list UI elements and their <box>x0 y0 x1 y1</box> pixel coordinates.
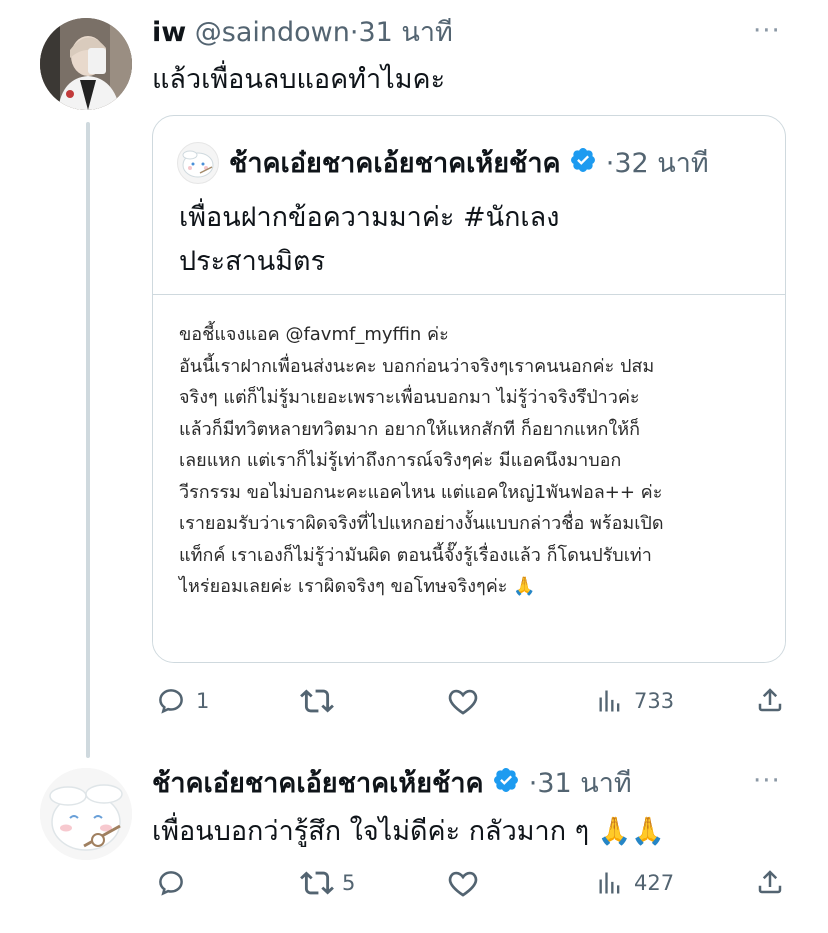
retweet-icon <box>300 866 334 900</box>
display-name[interactable]: ช้าคเอ๋ยชาคเอ้ยชาคเห้ยช้าค <box>152 768 484 799</box>
note-line: อันนี้เราฝากเพื่อนส่งนะคะ บอกก่อนว่าจริง… <box>179 355 655 377</box>
note-line: ไหร่ยอมเลยค่ะ เราผิดจริงๆ ขอโทษจริงๆค่ะ … <box>179 576 536 597</box>
timestamp[interactable]: 31 นาที <box>537 768 631 799</box>
tweet-text: แล้วเพื่อนลบแอคทำไมคะ <box>152 64 446 95</box>
more-options-icon[interactable]: ··· <box>753 16 781 46</box>
reply-icon <box>156 868 186 898</box>
views-count: 733 <box>634 689 675 713</box>
timestamp[interactable]: 31 นาที <box>358 17 452 48</box>
views-icon <box>596 686 624 716</box>
thread-connector-line <box>86 122 90 758</box>
views-button[interactable]: 733 <box>596 686 674 716</box>
share-icon <box>755 866 785 898</box>
verified-badge-icon <box>569 146 597 183</box>
like-button[interactable] <box>446 866 480 900</box>
heart-icon <box>446 866 480 900</box>
note-line: แล้วก็มีทวิตหลายทวิตมาก อยากให้แหกสักที … <box>179 418 641 440</box>
handle[interactable]: @saindown <box>195 17 350 48</box>
reply-icon <box>156 686 186 716</box>
note-line: แท็กค์ เราเองก็ไม่รู้ว่ามันผิด ตอนนี้จั๊… <box>179 544 652 566</box>
reply-button[interactable]: 1 <box>156 686 209 716</box>
share-icon <box>755 684 785 716</box>
quoted-display-name[interactable]: ช้าคเอ๋ยชาคเอ้ยชาคเห้ยช้าค <box>229 148 561 179</box>
retweet-count: 5 <box>342 871 356 895</box>
quoted-tweet-card[interactable]: ช้าคเอ๋ยชาคเอ้ยชาคเห้ยช้าค ·32 นาที เพื่… <box>152 115 786 663</box>
retweet-button[interactable]: 5 <box>300 866 355 900</box>
more-options-icon[interactable]: ··· <box>753 766 781 796</box>
quoted-avatar[interactable] <box>177 142 219 184</box>
note-text: ขอชี้แจงแอค @favmf_myffin ค่ะ อันนี้เราฝ… <box>179 319 739 603</box>
note-line: ขอชี้แจงแอค @favmf_myffin ค่ะ <box>179 324 449 345</box>
share-button[interactable] <box>755 866 785 898</box>
retweet-icon <box>300 684 334 718</box>
avatar[interactable] <box>40 18 132 110</box>
verified-badge-icon <box>492 766 520 803</box>
tweet-header: ช้าคเอ๋ยชาคเอ้ยชาคเห้ยช้าค ·31 นาที <box>152 766 632 803</box>
heart-icon <box>446 684 480 718</box>
note-line: จริงๆ แต่ก็ไม่รู้มาเยอะเพราะเพื่อนบอกมา … <box>179 387 640 408</box>
reply-count: 1 <box>196 689 210 713</box>
note-line: เลยแหก แต่เราก็ไม่รู้เท่าถึงการณ์จริงๆค่… <box>179 450 622 471</box>
quoted-tweet-text: เพื่อนฝากข้อความมาค่ะ #นักเลง ประสานมิตร <box>179 200 559 280</box>
avatar[interactable] <box>40 768 132 860</box>
display-name[interactable]: iw <box>152 17 186 48</box>
tweet-text: เพื่อนบอกว่ารู้สึก ใจไม่ดีค่ะ กลัวมาก ๆ … <box>152 816 665 847</box>
views-icon <box>596 868 624 898</box>
quoted-tweet-header: ช้าคเอ๋ยชาคเอ้ยชาคเห้ยช้าค ·32 นาที <box>229 146 709 183</box>
views-count: 427 <box>634 871 675 895</box>
quoted-image-note[interactable]: ขอชี้แจงแอค @favmf_myffin ค่ะ อันนี้เราฝ… <box>153 294 785 662</box>
quoted-text-line: ประสานมิตร <box>179 246 326 277</box>
quoted-timestamp[interactable]: 32 นาที <box>614 148 708 179</box>
reply-button[interactable] <box>156 868 186 898</box>
note-line: เรายอมรับว่าเราผิดจริงที่ไปแหกอย่างงั้นแ… <box>179 513 664 534</box>
retweet-button[interactable] <box>300 684 334 718</box>
share-button[interactable] <box>755 684 785 716</box>
tweet-header: iw @saindown·31 นาที <box>152 16 453 50</box>
views-button[interactable]: 427 <box>596 868 674 898</box>
note-line: วีรกรรม ขอไม่บอกนะคะแอคไหน แต่แอคใหญ่1พั… <box>179 481 663 503</box>
like-button[interactable] <box>446 684 480 718</box>
quoted-text-line: เพื่อนฝากข้อความมาค่ะ #นักเลง <box>179 202 560 233</box>
